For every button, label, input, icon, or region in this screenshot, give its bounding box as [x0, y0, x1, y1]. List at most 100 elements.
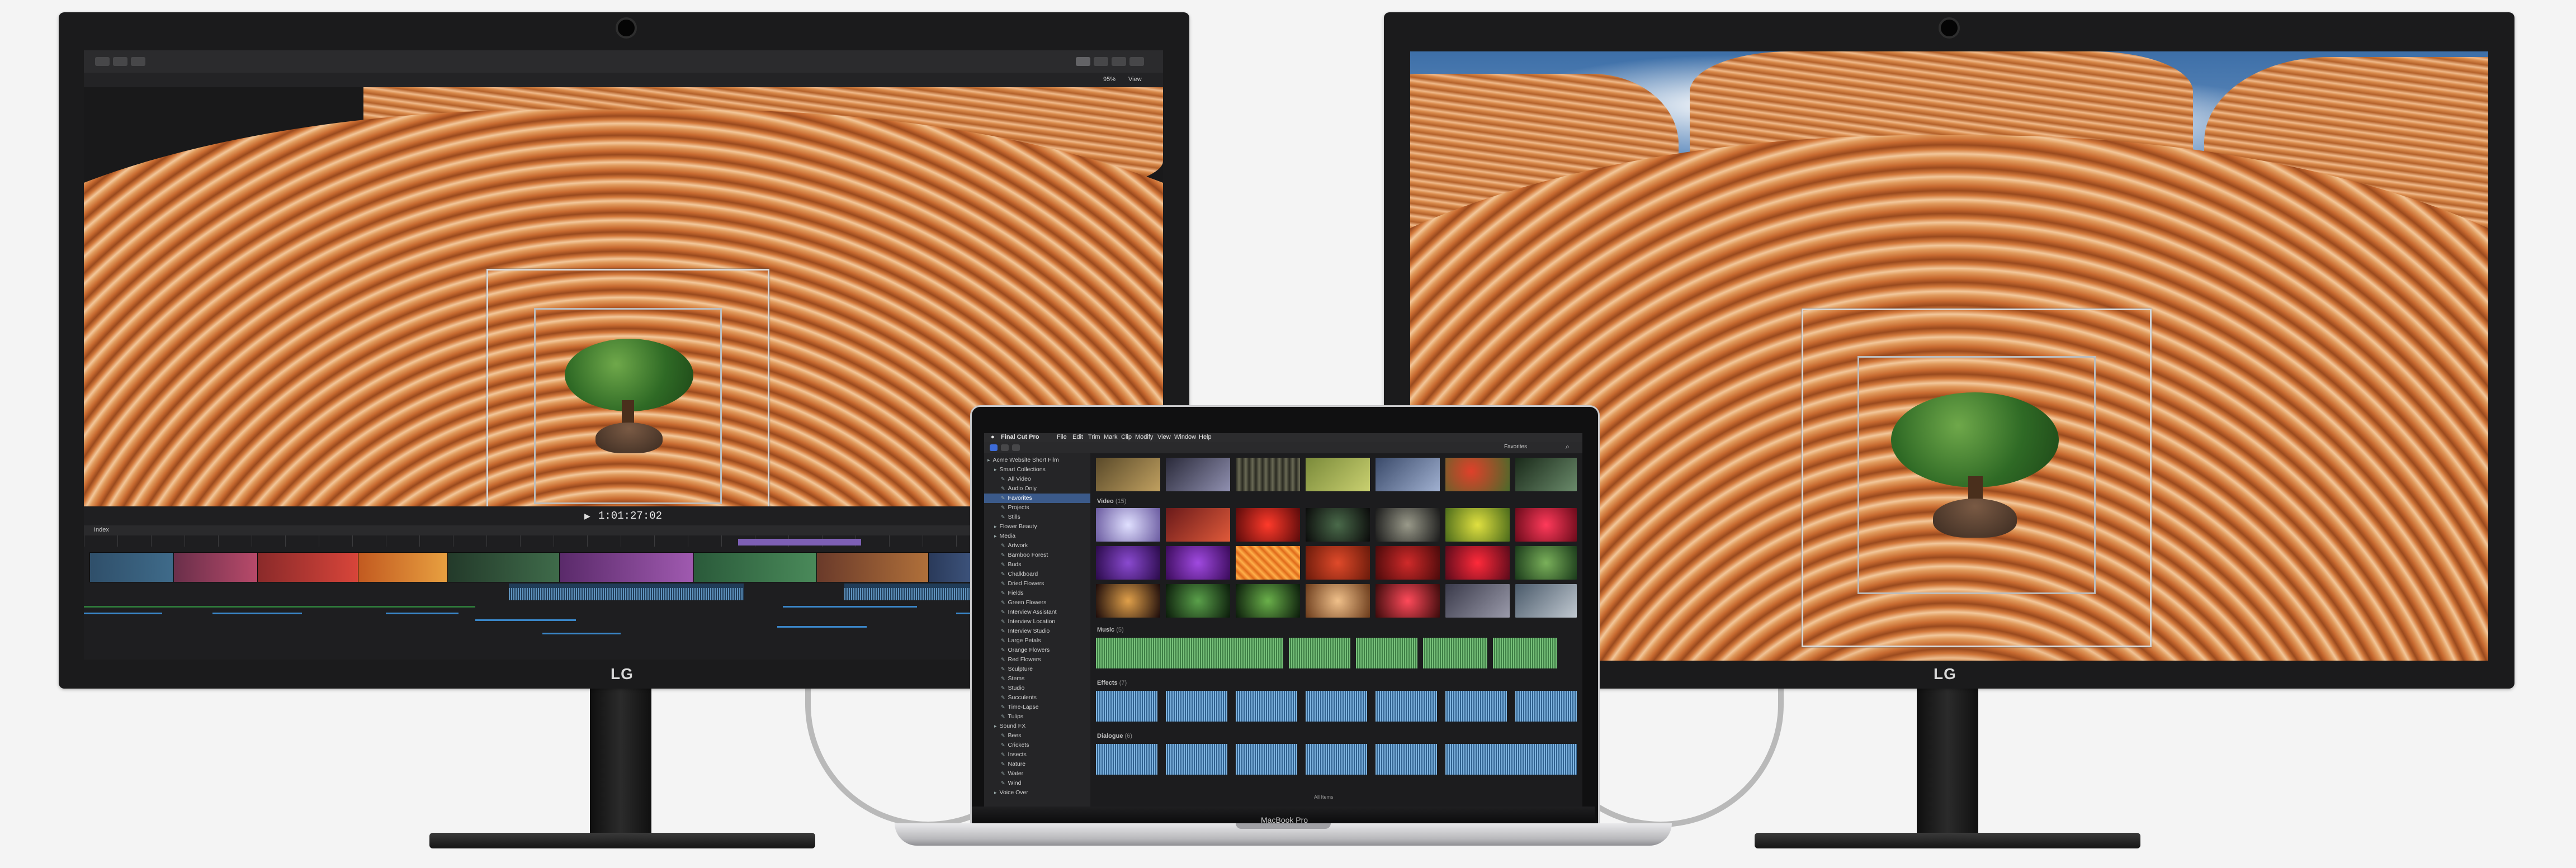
music-clip[interactable]	[1493, 638, 1557, 668]
sidebar-item[interactable]: ✎ Stills	[984, 513, 1090, 522]
menu-help[interactable]: Help	[1199, 434, 1212, 440]
sidebar-item[interactable]: ✎ Nature	[984, 760, 1090, 769]
effect-clip[interactable]	[1166, 691, 1227, 722]
effect-clip[interactable]	[1236, 691, 1297, 722]
clip-thumbnail[interactable]	[1236, 546, 1300, 580]
sidebar-item[interactable]: ✎ Red Flowers	[984, 655, 1090, 665]
dialogue-clip[interactable]	[1376, 744, 1437, 775]
effect-clip[interactable]	[1306, 691, 1367, 722]
music-section-header[interactable]: Music (5)	[1097, 627, 1124, 633]
clip-thumbnail[interactable]	[1445, 458, 1510, 491]
sidebar-item[interactable]: ▸ Media	[984, 532, 1090, 541]
clip-thumbnail[interactable]	[1306, 508, 1370, 542]
effects-section-header[interactable]: Effects (7)	[1097, 680, 1127, 686]
sidebar-item[interactable]: ✎ Sculpture	[984, 665, 1090, 674]
clip-thumbnail[interactable]	[1515, 584, 1577, 618]
clip-thumbnail[interactable]	[1096, 508, 1160, 542]
clip-thumbnail[interactable]	[1166, 508, 1230, 542]
sidebar-item[interactable]: ✎ Time-Lapse	[984, 703, 1090, 712]
sidebar-item[interactable]: ✎ Tulips	[984, 712, 1090, 722]
clip-thumbnail[interactable]	[1445, 584, 1510, 618]
search-icon[interactable]: ⌕	[1566, 443, 1570, 451]
clip-thumbnail[interactable]	[1515, 508, 1577, 542]
clip-thumbnail[interactable]	[1306, 458, 1370, 491]
clip-thumbnail[interactable]	[1166, 546, 1230, 580]
music-clip[interactable]	[1356, 638, 1417, 668]
dialogue-section-header[interactable]: Dialogue (6)	[1097, 733, 1132, 739]
effect-clip[interactable]	[1515, 691, 1577, 722]
music-clip[interactable]	[1423, 638, 1487, 668]
dialogue-clip[interactable]	[1166, 744, 1227, 775]
clip-thumbnail[interactable]	[1166, 458, 1230, 491]
menu-view[interactable]: View	[1157, 434, 1171, 440]
effect-clip[interactable]	[1096, 691, 1157, 722]
sidebar-item[interactable]: ✎ Chalkboard	[984, 570, 1090, 579]
menu-trim[interactable]: Trim	[1088, 434, 1100, 440]
sidebar-item[interactable]: ✎ Stems	[984, 674, 1090, 684]
sidebar-item[interactable]: ✎ Fields	[984, 589, 1090, 598]
menu-clip[interactable]: Clip	[1121, 434, 1132, 440]
titles-button[interactable]	[1012, 444, 1020, 451]
apple-menu-icon[interactable]: ●	[991, 434, 995, 440]
sidebar-item[interactable]: ✎ Interview Assistant	[984, 608, 1090, 617]
clip-thumbnail[interactable]	[1376, 546, 1440, 580]
sidebar-item[interactable]: ✎ Studio	[984, 684, 1090, 693]
clip-thumbnail[interactable]	[1376, 458, 1440, 491]
sidebar-item[interactable]: ✎ Insects	[984, 750, 1090, 760]
dialogue-clip[interactable]	[1445, 744, 1577, 775]
sidebar-item[interactable]: ✎ Bamboo Forest	[984, 551, 1090, 560]
menu-edit[interactable]: Edit	[1072, 434, 1083, 440]
clip-thumbnail[interactable]	[1236, 458, 1300, 491]
sidebar-item[interactable]: ✎ Crickets	[984, 741, 1090, 750]
sidebar-item[interactable]: ✎ Orange Flowers	[984, 646, 1090, 655]
app-menu[interactable]: Final Cut Pro	[1001, 434, 1039, 440]
sidebar-item[interactable]: ✎ Wind	[984, 779, 1090, 788]
sidebar-item[interactable]: ✎ All Video	[984, 475, 1090, 484]
video-section-header[interactable]: Video (15)	[1097, 498, 1126, 505]
clip-thumbnail[interactable]	[1376, 508, 1440, 542]
sidebar-item[interactable]: ✎ Interview Studio	[984, 627, 1090, 636]
dialogue-clip[interactable]	[1306, 744, 1367, 775]
menu-modify[interactable]: Modify	[1135, 434, 1153, 440]
clip-thumbnail[interactable]	[1306, 546, 1370, 580]
sidebar-item[interactable]: ✎ Projects	[984, 503, 1090, 513]
sidebar-item[interactable]: ▸ Flower Beauty	[984, 522, 1090, 532]
clip-thumbnail[interactable]	[1306, 584, 1370, 618]
sidebar-item[interactable]: ✎ Artwork	[984, 541, 1090, 551]
music-clip[interactable]	[1289, 638, 1350, 668]
sidebar-item[interactable]: ✎ Audio Only	[984, 484, 1090, 494]
clip-thumbnail[interactable]	[1515, 458, 1577, 491]
sidebar-item[interactable]: ✎ Dried Flowers	[984, 579, 1090, 589]
filter-popup[interactable]: Favorites	[1504, 444, 1527, 450]
clip-thumbnail[interactable]	[1096, 546, 1160, 580]
clip-thumbnail[interactable]	[1236, 584, 1300, 618]
effect-clip[interactable]	[1376, 691, 1437, 722]
clip-thumbnail[interactable]	[1096, 584, 1160, 618]
clip-thumbnail[interactable]	[1096, 458, 1160, 491]
sidebar-item[interactable]: ✎ Succulents	[984, 693, 1090, 703]
libraries-button[interactable]	[990, 444, 998, 451]
photos-audio-button[interactable]	[1001, 444, 1009, 451]
sidebar-item[interactable]: ✎ Green Flowers	[984, 598, 1090, 608]
menu-mark[interactable]: Mark	[1104, 434, 1117, 440]
clip-thumbnail[interactable]	[1515, 546, 1577, 580]
clip-thumbnail[interactable]	[1445, 546, 1510, 580]
sidebar-item[interactable]: ✎ Interview Location	[984, 617, 1090, 627]
sidebar-item[interactable]: ✎ Large Petals	[984, 636, 1090, 646]
menu-file[interactable]: File	[1057, 434, 1067, 440]
sidebar-item[interactable]: ▸ Sound FX	[984, 722, 1090, 731]
clip-thumbnail[interactable]	[1166, 584, 1230, 618]
dialogue-clip[interactable]	[1236, 744, 1297, 775]
sidebar-item[interactable]: ✎ Bees	[984, 731, 1090, 741]
sidebar-item[interactable]: ✎ Buds	[984, 560, 1090, 570]
sidebar-item[interactable]: ✎ Water	[984, 769, 1090, 779]
menu-window[interactable]: Window	[1174, 434, 1196, 440]
effect-clip[interactable]	[1445, 691, 1507, 722]
clip-thumbnail[interactable]	[1376, 584, 1440, 618]
sidebar-item[interactable]: ▸ Voice Over	[984, 788, 1090, 798]
clip-thumbnail[interactable]	[1445, 508, 1510, 542]
sidebar-item[interactable]: ▸ Smart Collections	[984, 465, 1090, 475]
sidebar-item[interactable]: ▸ Acme Website Short Film	[984, 456, 1090, 465]
music-clip[interactable]	[1096, 638, 1283, 668]
clip-thumbnail[interactable]	[1236, 508, 1300, 542]
